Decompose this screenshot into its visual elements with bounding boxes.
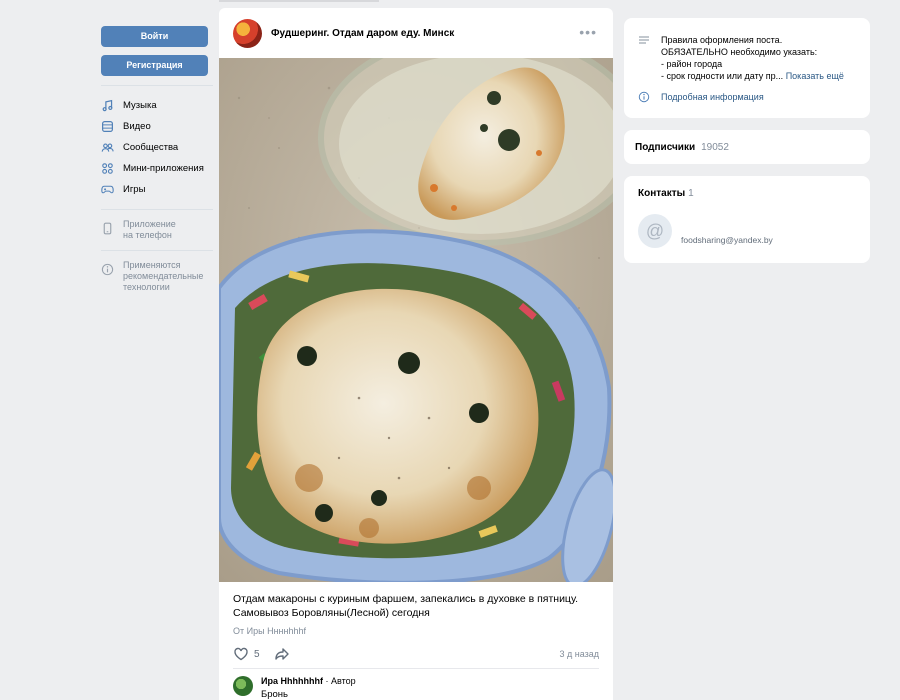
like-button[interactable]: 5 (233, 646, 260, 662)
menu-lines-icon (638, 34, 650, 49)
contacts-count: 1 (688, 188, 694, 199)
post-card: Фудшеринг. Отдам даром еду. Минск ••• От… (219, 8, 613, 700)
sidebar-item-games[interactable]: Игры (101, 179, 213, 200)
detailed-info-link[interactable]: Подробная информация (638, 91, 764, 103)
recommend-tech-label: Применяются рекомендательные технологии (123, 260, 204, 292)
sidebar-divider (101, 85, 213, 86)
comment-divider (233, 668, 599, 669)
heart-icon (234, 647, 248, 661)
group-avatar[interactable] (233, 18, 262, 48)
subscribers-card[interactable]: Подписчики 19052 (624, 130, 870, 164)
contacts-card: Контакты 1 @ foodsharing@yandex.by (624, 176, 870, 263)
info-icon (101, 263, 114, 279)
login-button[interactable]: Войти (101, 26, 208, 47)
phone-app-label: Приложение на телефон (123, 219, 176, 240)
post-actions: 5 3 д назад (233, 644, 599, 664)
comment-item: Ира Hhhhhhhf · Автор Бронь (233, 676, 356, 700)
detailed-info-label: Подробная информация (661, 92, 764, 102)
sidebar-item-label: Игры (123, 184, 146, 195)
subscribers-count: 19052 (701, 141, 729, 153)
groups-icon (101, 141, 114, 154)
sidebar-item-label: Видео (123, 121, 151, 132)
phone-app-link[interactable]: Приложение на телефон (101, 219, 213, 241)
share-icon (274, 648, 289, 660)
register-button[interactable]: Регистрация (101, 55, 208, 76)
apps-icon (101, 162, 114, 175)
group-name[interactable]: Фудшеринг. Отдам даром еду. Минск (271, 28, 454, 39)
more-options-icon[interactable]: ••• (579, 25, 597, 39)
comment-author-name[interactable]: Ира Hhhhhhhf (261, 676, 323, 686)
post-header: Фудшеринг. Отдам даром еду. Минск ••• (219, 8, 613, 58)
music-icon (101, 99, 114, 112)
video-icon (101, 120, 114, 133)
share-button[interactable] (274, 646, 290, 662)
sidebar-item-label: Сообщества (123, 142, 179, 153)
games-icon (101, 183, 114, 196)
sidebar-item-music[interactable]: Музыка (101, 95, 213, 116)
top-divider (219, 0, 379, 2)
post-text: Отдам макароны с куриным фаршем, запекал… (233, 593, 579, 619)
info-icon (638, 91, 650, 103)
show-more-link[interactable]: Показать ещё (786, 71, 844, 81)
comment-text: Бронь (261, 689, 288, 700)
email-at-icon[interactable]: @ (638, 214, 672, 248)
sidebar-item-label: Музыка (123, 100, 157, 111)
subscribers-label: Подписчики (635, 141, 696, 153)
like-count: 5 (254, 648, 260, 660)
sidebar-item-label: Мини-приложения (123, 163, 204, 174)
comment-author-role: · Автор (325, 676, 356, 686)
sidebar-item-apps[interactable]: Мини-приложения (101, 158, 213, 179)
sidebar-item-video[interactable]: Видео (101, 116, 213, 137)
sidebar-divider (101, 209, 213, 210)
post-timestamp[interactable]: 3 д назад (559, 649, 599, 659)
contacts-label: Контакты (638, 188, 686, 199)
comment-avatar[interactable] (233, 676, 253, 696)
comment-author[interactable]: Ира Hhhhhhhf · Автор (261, 676, 356, 686)
sidebar-item-groups[interactable]: Сообщества (101, 137, 213, 158)
contact-email[interactable]: foodsharing@yandex.by (681, 235, 773, 245)
post-photo[interactable] (219, 58, 613, 582)
sidebar-divider (101, 250, 213, 251)
rules-card: Правила оформления поста. ОБЯЗАТЕЛЬНО не… (624, 18, 870, 118)
rules-text: Правила оформления поста. ОБЯЗАТЕЛЬНО не… (661, 34, 861, 82)
left-sidebar: Войти Регистрация Музыка Видео Сообществ… (101, 26, 213, 293)
contacts-header[interactable]: Контакты 1 (638, 188, 694, 199)
recommend-tech-link[interactable]: Применяются рекомендательные технологии (101, 260, 213, 293)
phone-icon (101, 222, 114, 238)
post-author[interactable]: От Иры Ннннhhhf (233, 626, 306, 636)
